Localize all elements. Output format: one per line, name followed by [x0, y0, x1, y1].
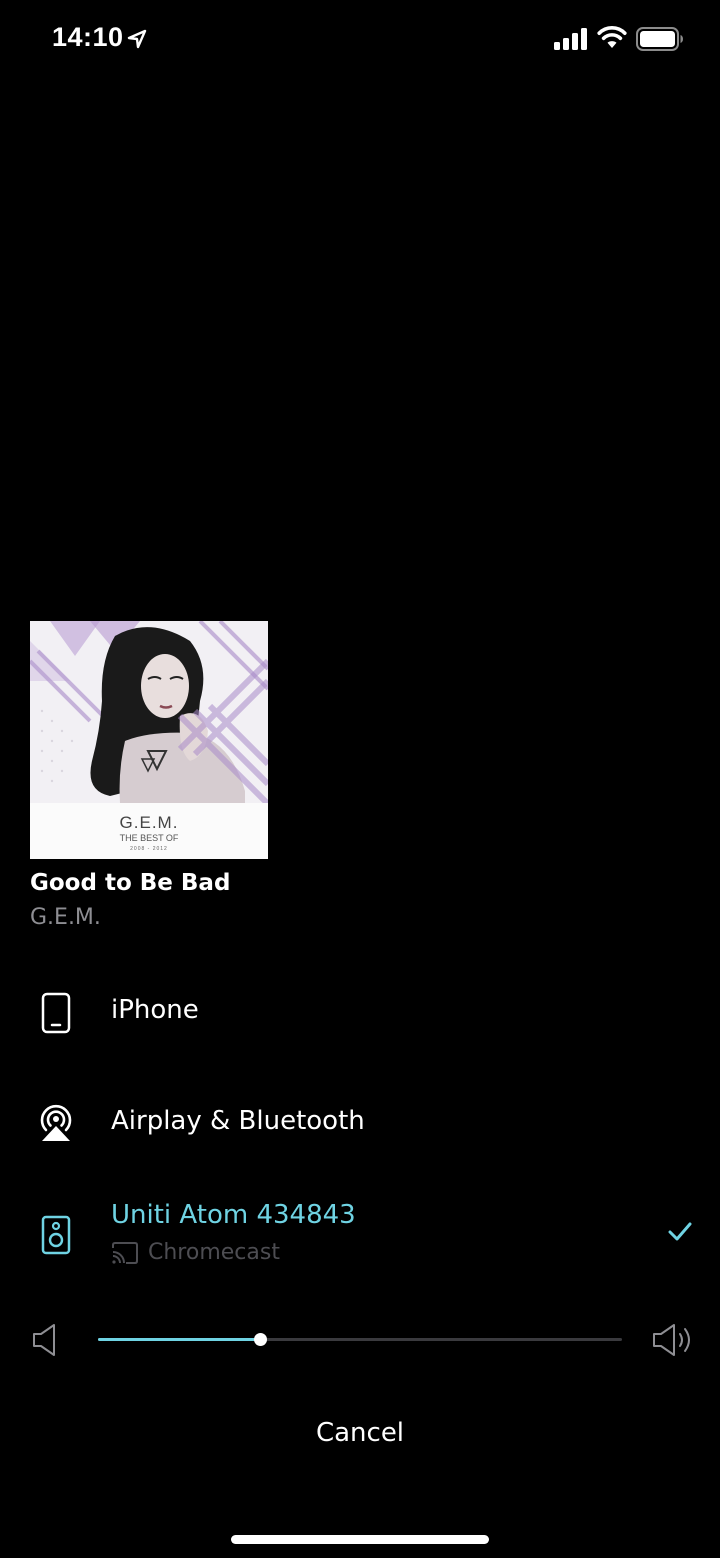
device-option-uniti-atom[interactable]: Uniti Atom 434843 Chromecast: [0, 1190, 720, 1280]
volume-low-icon[interactable]: [32, 1323, 58, 1357]
cancel-button[interactable]: Cancel: [0, 1418, 720, 1448]
speaker-icon: [41, 1215, 71, 1255]
album-art-subtitle-text: THE BEST OF: [120, 833, 179, 843]
device-option-iphone[interactable]: iPhone: [0, 962, 720, 1062]
airplay-icon: [40, 1104, 72, 1141]
checkmark-icon: [668, 1222, 692, 1241]
volume-control: [0, 1310, 720, 1370]
status-time: 14:10: [52, 22, 124, 52]
device-label-uniti-atom: Uniti Atom 434843: [111, 1200, 356, 1230]
device-label-iphone: iPhone: [111, 995, 199, 1025]
home-indicator[interactable]: [231, 1535, 489, 1544]
device-option-airplay-bluetooth[interactable]: Airplay & Bluetooth: [0, 1072, 720, 1172]
device-sublabel-chromecast: Chromecast: [148, 1240, 280, 1265]
volume-high-icon[interactable]: [652, 1323, 696, 1357]
location-arrow-icon: [127, 29, 147, 49]
album-art-years-text: 2008 - 2012: [130, 846, 168, 852]
wifi-icon: [597, 26, 627, 48]
device-label-airplay-bluetooth: Airplay & Bluetooth: [111, 1106, 365, 1136]
cast-icon: [112, 1242, 138, 1264]
cellular-signal-icon: [554, 28, 587, 50]
album-art-artist-text: G.E.M.: [120, 813, 179, 832]
status-bar: 14:10: [0, 0, 720, 80]
album-art-image: G.E.M. THE BEST OF 2008 - 2012: [30, 621, 268, 859]
volume-slider-fill: [98, 1338, 261, 1341]
battery-icon: [636, 27, 683, 51]
album-art: G.E.M. THE BEST OF 2008 - 2012: [30, 621, 268, 859]
track-artist: G.E.M.: [30, 905, 101, 930]
iphone-icon: [41, 992, 71, 1034]
track-title: Good to Be Bad: [30, 870, 231, 896]
volume-slider[interactable]: [98, 1333, 622, 1346]
volume-slider-thumb[interactable]: [254, 1333, 268, 1346]
